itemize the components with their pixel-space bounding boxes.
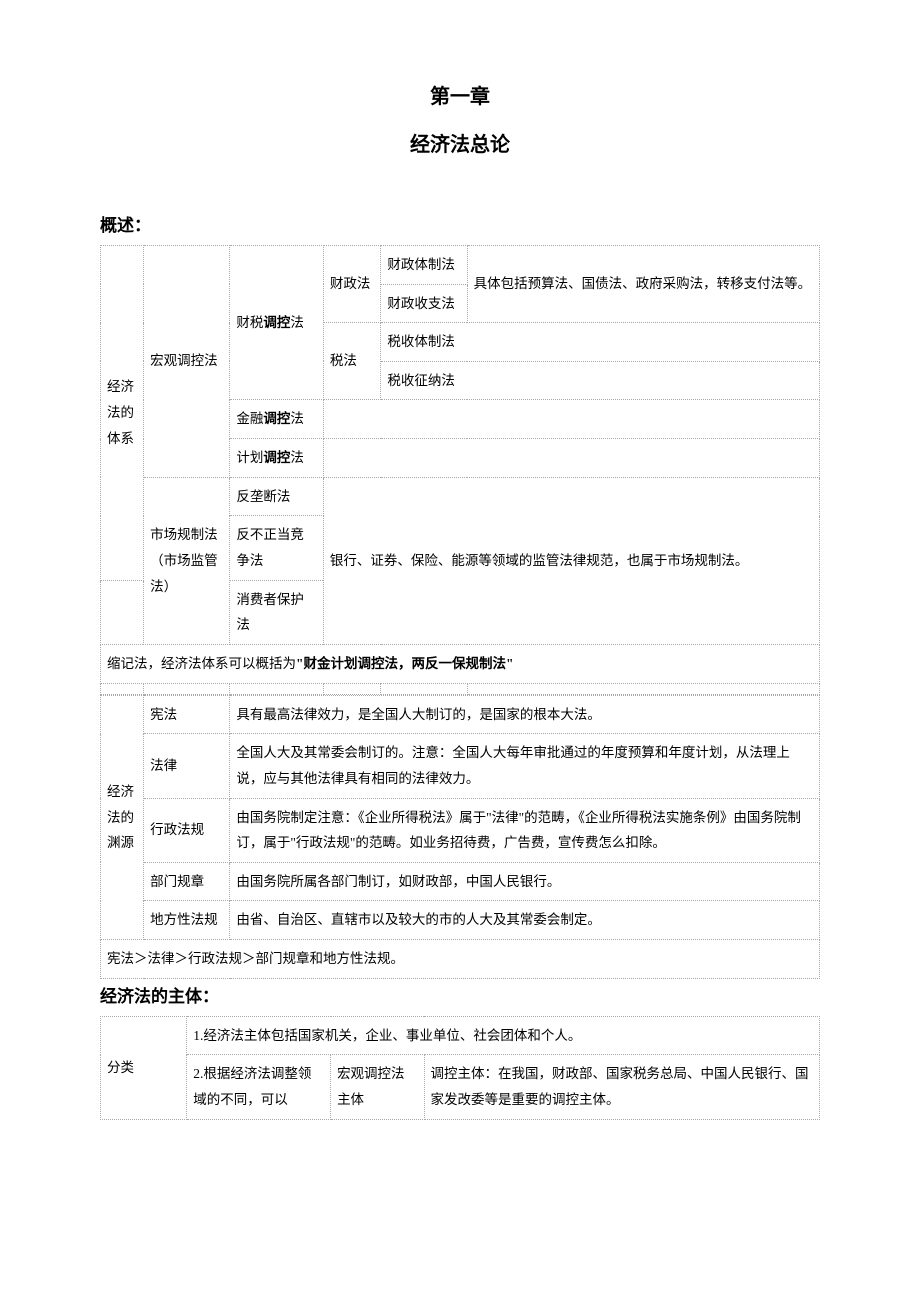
cell-subject-row2-left: 2.根据经济法调整领域的不同，可以 bbox=[187, 1055, 331, 1119]
cell-source-desc: 由国务院制定注意：《企业所得税法》属于"法律"的范畴，《企业所得税法实施条例》由… bbox=[230, 798, 820, 862]
cell-root: 经济法的体系 bbox=[101, 245, 144, 580]
cell-sources-root: 经济法的渊源 bbox=[101, 695, 144, 939]
subject-table: 分类 1.经济法主体包括国家机关，企业、事业单位、社会团体和个人。 2.根据经济… bbox=[100, 1016, 820, 1120]
overview-table: 经济法的体系 宏观调控法 财税调控法 财政法 财政体制法 具体包括预算法、国债法… bbox=[100, 245, 820, 695]
cell-subject-row2-mid: 宏观调控法主体 bbox=[331, 1055, 424, 1119]
cell-source-name: 行政法规 bbox=[144, 798, 230, 862]
cell-empty bbox=[323, 400, 819, 439]
cell-category: 分类 bbox=[101, 1016, 187, 1119]
cell-fiscal-law: 财政法 bbox=[323, 245, 381, 322]
chapter-title: 第一章 bbox=[100, 80, 820, 114]
cell-tax-control: 财税调控法 bbox=[230, 245, 323, 400]
cell-subject-row2-right: 调控主体：在我国，财政部、国家税务总局、中国人民银行、国家发改委等是重要的调控主… bbox=[424, 1055, 819, 1119]
cell-source-name: 部门规章 bbox=[144, 862, 230, 901]
cell-fiscal-desc: 具体包括预算法、国债法、政府采购法，转移支付法等。 bbox=[467, 245, 819, 322]
cell-mnemonic: 缩记法，经济法体系可以概括为"财金计划调控法，两反一保规制法" bbox=[101, 644, 820, 683]
cell-empty-root bbox=[101, 580, 144, 644]
cell-fiscal-revexp: 财政收支法 bbox=[381, 284, 467, 323]
cell-tax-system: 税收体制法 bbox=[381, 323, 820, 362]
cell-market-desc: 银行、证券、保险、能源等领域的监管法律规范，也属于市场规制法。 bbox=[323, 477, 819, 644]
cell-source-desc: 具有最高法律效力，是全国人大制订的，是国家的根本大法。 bbox=[230, 695, 820, 734]
cell-fiscal-system: 财政体制法 bbox=[381, 245, 467, 284]
cell-macro: 宏观调控法 bbox=[144, 245, 230, 477]
cell-market-reg: 市场规制法（市场监管法） bbox=[144, 477, 230, 644]
cell-anti-unfair: 反不正当竞争法 bbox=[230, 516, 323, 580]
sources-table: 经济法的渊源 宪法 具有最高法律效力，是全国人大制订的，是国家的根本大法。 法律… bbox=[100, 695, 820, 979]
cell-fin-control: 金融调控法 bbox=[230, 400, 323, 439]
cell-consumer: 消费者保护法 bbox=[230, 580, 323, 644]
cell-source-name: 法律 bbox=[144, 734, 230, 798]
cell-source-desc: 全国人大及其常委会制订的。注意：全国人大每年审批通过的年度预算和年度计划，从法理… bbox=[230, 734, 820, 798]
cell-source-name: 宪法 bbox=[144, 695, 230, 734]
cell-anti-monopoly: 反垄断法 bbox=[230, 477, 323, 516]
cell-subject-row1: 1.经济法主体包括国家机关，企业、事业单位、社会团体和个人。 bbox=[187, 1016, 820, 1055]
cell-source-desc: 由国务院所属各部门制订，如财政部，中国人民银行。 bbox=[230, 862, 820, 901]
cell-plan-control: 计划调控法 bbox=[230, 439, 323, 478]
cell-source-desc: 由省、自治区、直辖市以及较大的市的人大及其常委会制定。 bbox=[230, 901, 820, 940]
cell-empty bbox=[323, 439, 819, 478]
chapter-subtitle: 经济法总论 bbox=[100, 128, 820, 162]
section-overview-header: 概述： bbox=[100, 212, 820, 241]
cell-tax-law: 税法 bbox=[323, 323, 381, 400]
cell-hierarchy: 宪法＞法律＞行政法规＞部门规章和地方性法规。 bbox=[101, 940, 820, 979]
cell-source-name: 地方性法规 bbox=[144, 901, 230, 940]
cell-tax-collect: 税收征纳法 bbox=[381, 361, 820, 400]
section-subject-header: 经济法的主体： bbox=[100, 983, 820, 1012]
